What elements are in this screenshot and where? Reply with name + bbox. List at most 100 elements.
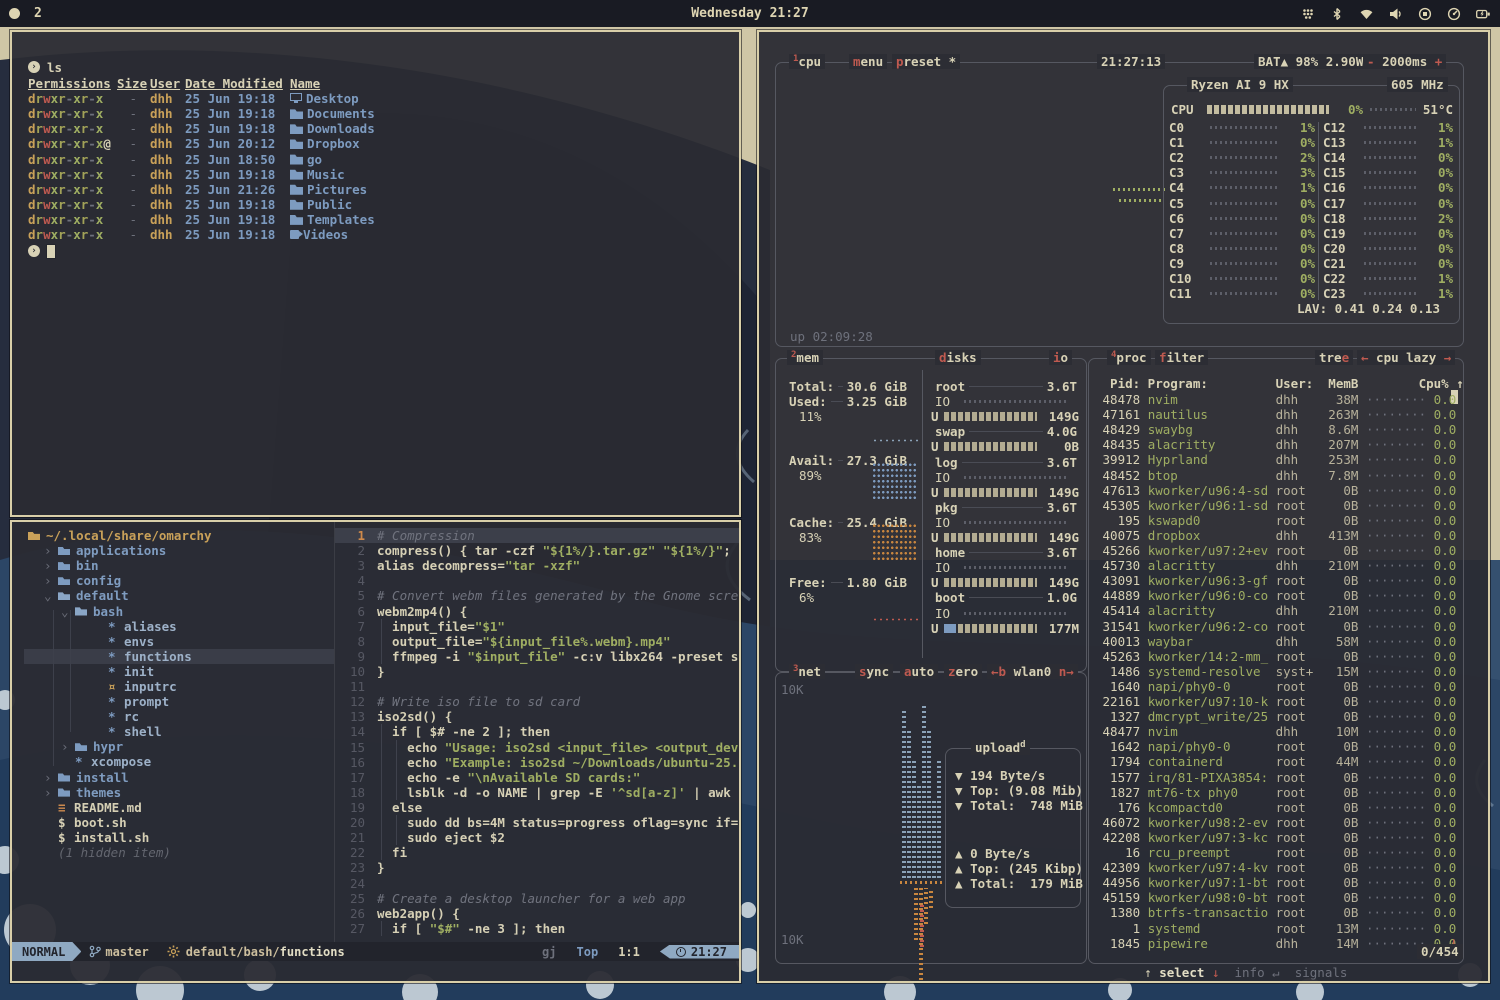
record-icon[interactable] (1418, 7, 1432, 21)
process-row[interactable]: 40075 dropbox dhh 413M ········ 0.0 (1095, 528, 1456, 543)
process-row[interactable]: 1327 dmcrypt_write/25 root 0B ········ 0… (1095, 709, 1456, 724)
updates-icon[interactable] (1301, 7, 1315, 21)
code-line[interactable]: 3alias decompress="tar -xzf" (335, 558, 739, 573)
tree-item-default[interactable]: ⌄default (24, 588, 334, 603)
process-row[interactable]: 46072 kworker/u98:2-ev root 0B ········ … (1095, 815, 1456, 830)
process-row[interactable]: 48435 alacritty dhh 207M ········ 0.0 (1095, 437, 1456, 452)
process-row[interactable]: 1577 irq/81-PIXA3854: root 0B ········ 0… (1095, 770, 1456, 785)
select-button[interactable]: select (1159, 965, 1204, 980)
tree-item--1-hidden-item-[interactable]: (1 hidden item) (24, 845, 334, 860)
net-detail-title[interactable]: uploadd (971, 740, 1030, 755)
tab-proc[interactable]: 4proc (1107, 350, 1151, 365)
process-row[interactable]: 48429 swaybg dhh 8.6M ········ 0.0 (1095, 422, 1456, 437)
tree-item-boot-sh[interactable]: $boot.sh (24, 815, 334, 830)
proc-tree-button[interactable]: tree (1315, 350, 1353, 365)
code-line[interactable]: 19 else (335, 800, 739, 815)
volume-icon[interactable] (1389, 7, 1403, 21)
tree-item--local-share-omarchy[interactable]: ~/.local/share/omarchy (24, 528, 334, 543)
process-row[interactable]: 1640 napi/phy0-0 root 0B ········ 0.0 (1095, 679, 1456, 694)
tree-item-bin[interactable]: ›bin (24, 558, 334, 573)
interval-minus-button[interactable]: - (1367, 54, 1375, 69)
code-panel[interactable]: 1# Compression2compress() { tar -czf "${… (334, 522, 739, 942)
process-row[interactable]: 44956 kworker/u97:1-bt root 0B ········ … (1095, 875, 1456, 890)
tab-cpu[interactable]: 1cpu (789, 54, 825, 69)
code-line[interactable]: 13iso2sd() { (335, 709, 739, 724)
process-row[interactable]: 40013 waybar dhh 58M ········ 0.0 (1095, 634, 1456, 649)
code-line[interactable]: 10} (335, 664, 739, 679)
process-row[interactable]: 45266 kworker/u97:2+ev root 0B ········ … (1095, 543, 1456, 558)
process-row[interactable]: 1380 btrfs-transactio root 0B ········ 0… (1095, 905, 1456, 920)
gauge-icon[interactable] (1447, 7, 1461, 21)
code-line[interactable]: 9 ffmpeg -i "$input_file" -c:v libx264 -… (335, 649, 739, 664)
process-row[interactable]: 1486 systemd-resolve syst+ 15M ········ … (1095, 664, 1456, 679)
code-line[interactable]: 18 lsblk -d -o NAME | grep -E '^sd[a-z]'… (335, 785, 739, 800)
net-interface-switcher[interactable]: ←b wlan0 n→ (987, 664, 1078, 679)
code-line[interactable]: 24 (335, 876, 739, 891)
code-line[interactable]: 16 echo "Example: iso2sd ~/Downloads/ubu… (335, 755, 739, 770)
process-row[interactable]: 1827 mt76-tx phy0 root 0B ········ 0.0 (1095, 785, 1456, 800)
process-row[interactable]: 31541 kworker/u96:2-co root 0B ········ … (1095, 619, 1456, 634)
code-line[interactable]: 25# Create a desktop launcher for a web … (335, 891, 739, 906)
select-up-key[interactable]: ↑ (1144, 965, 1152, 980)
tree-item-applications[interactable]: ›applications (24, 543, 334, 558)
battery-icon[interactable] (1476, 7, 1491, 21)
tab-net[interactable]: 3net (789, 664, 825, 679)
code-line[interactable]: 2compress() { tar -czf "${1%/}.tar.gz" "… (335, 543, 739, 558)
process-row[interactable]: 45305 kworker/u96:1-sd root 0B ········ … (1095, 498, 1456, 513)
process-row[interactable]: 45159 kworker/u98:0-bt root 0B ········ … (1095, 890, 1456, 905)
tree-item-readme-md[interactable]: ≡README.md (24, 800, 334, 815)
command-line[interactable] (12, 961, 739, 981)
code-line[interactable]: 14 if [ $# -ne 2 ]; then (335, 724, 739, 739)
process-row[interactable]: 47613 kworker/u96:4-sd root 0B ········ … (1095, 483, 1456, 498)
proc-filter-button[interactable]: filter (1155, 350, 1208, 365)
code-line[interactable]: 12# Write iso file to sd card (335, 694, 739, 709)
code-line[interactable]: 23} (335, 860, 739, 875)
process-row[interactable]: 44889 kworker/u96:0-co root 0B ········ … (1095, 588, 1456, 603)
net-auto-button[interactable]: auto (900, 664, 938, 679)
code-line[interactable]: 17 echo -e "\nAvailable SD cards:" (335, 770, 739, 785)
code-line[interactable]: 26web2app() { (335, 906, 739, 921)
net-zero-button[interactable]: zero (944, 664, 982, 679)
tree-item-install-sh[interactable]: $install.sh (24, 830, 334, 845)
code-line[interactable]: 4 (335, 573, 739, 588)
process-row[interactable]: 22161 kworker/u97:10-k root 0B ········ … (1095, 694, 1456, 709)
code-line[interactable]: 8 output_file="${input_file%.webm}.mp4" (335, 634, 739, 649)
tree-item-xcompose[interactable]: *xcompose (24, 754, 334, 769)
code-line[interactable]: 11 (335, 679, 739, 694)
process-row[interactable]: 48477 nvim dhh 10M ········ 0.0 (1095, 724, 1456, 739)
process-row[interactable]: 39912 Hyprland dhh 253M ········ 0.0 (1095, 452, 1456, 467)
process-row[interactable]: 195 kswapd0 root 0B ········ 0.0 (1095, 513, 1456, 528)
code-line[interactable]: 15 echo "Usage: iso2sd <input_file> <out… (335, 740, 739, 755)
code-line[interactable]: 27 if [ "$#" -ne 3 ]; then (335, 921, 739, 936)
tab-disks[interactable]: disks (935, 350, 981, 365)
code-line[interactable]: 20 sudo dd bs=4M status=progress oflag=s… (335, 815, 739, 830)
process-row[interactable]: 16 rcu_preempt root 0B ········ 0.0 (1095, 845, 1456, 860)
process-row[interactable]: 43091 kworker/u96:3-gf root 0B ········ … (1095, 573, 1456, 588)
terminal-content[interactable]: › ls Permissions Size User Date Modified… (12, 32, 739, 259)
signals-button[interactable]: signals (1295, 965, 1348, 980)
code-line[interactable]: 22 fi (335, 845, 739, 860)
select-down-key[interactable]: ↓ (1212, 965, 1220, 980)
process-row[interactable]: 47161 nautilus dhh 263M ········ 0.0 (1095, 407, 1456, 422)
process-row[interactable]: 42309 kworker/u97:4-kv root 0B ········ … (1095, 860, 1456, 875)
info-button[interactable]: info (1235, 965, 1265, 980)
process-row[interactable]: 45414 alacritty dhh 210M ········ 0.0 (1095, 603, 1456, 618)
code-line[interactable]: 6webm2mp4() { (335, 604, 739, 619)
tab-io[interactable]: io (1049, 350, 1072, 365)
proc-sort-switcher[interactable]: ← cpu lazy → (1357, 350, 1455, 365)
tree-item-config[interactable]: ›config (24, 573, 334, 588)
process-row[interactable]: 1 systemd root 13M ········ 0.0 (1095, 921, 1456, 936)
process-row[interactable]: 1794 containerd root 44M ········ 0.0 (1095, 754, 1456, 769)
preset-button[interactable]: preset * (892, 54, 960, 69)
process-row[interactable]: 48452 btop dhh 7.8M ········ 0.0 (1095, 468, 1456, 483)
menu-button[interactable]: menu (849, 54, 887, 69)
tab-mem[interactable]: 2mem (787, 350, 823, 365)
process-row[interactable]: 1845 pipewire dhh 14M ········ 0.0 (1095, 936, 1456, 951)
code-line[interactable]: 7 input_file="$1" (335, 619, 739, 634)
code-line[interactable]: 21 sudo eject $2 (335, 830, 739, 845)
git-branch-name[interactable]: master (105, 945, 148, 959)
prompt-row-active[interactable]: › (28, 243, 739, 259)
code-line[interactable]: 1# Compression (335, 528, 739, 543)
process-row[interactable]: 1642 napi/phy0-0 root 0B ········ 0.0 (1095, 739, 1456, 754)
net-sync-button[interactable]: sync (855, 664, 893, 679)
